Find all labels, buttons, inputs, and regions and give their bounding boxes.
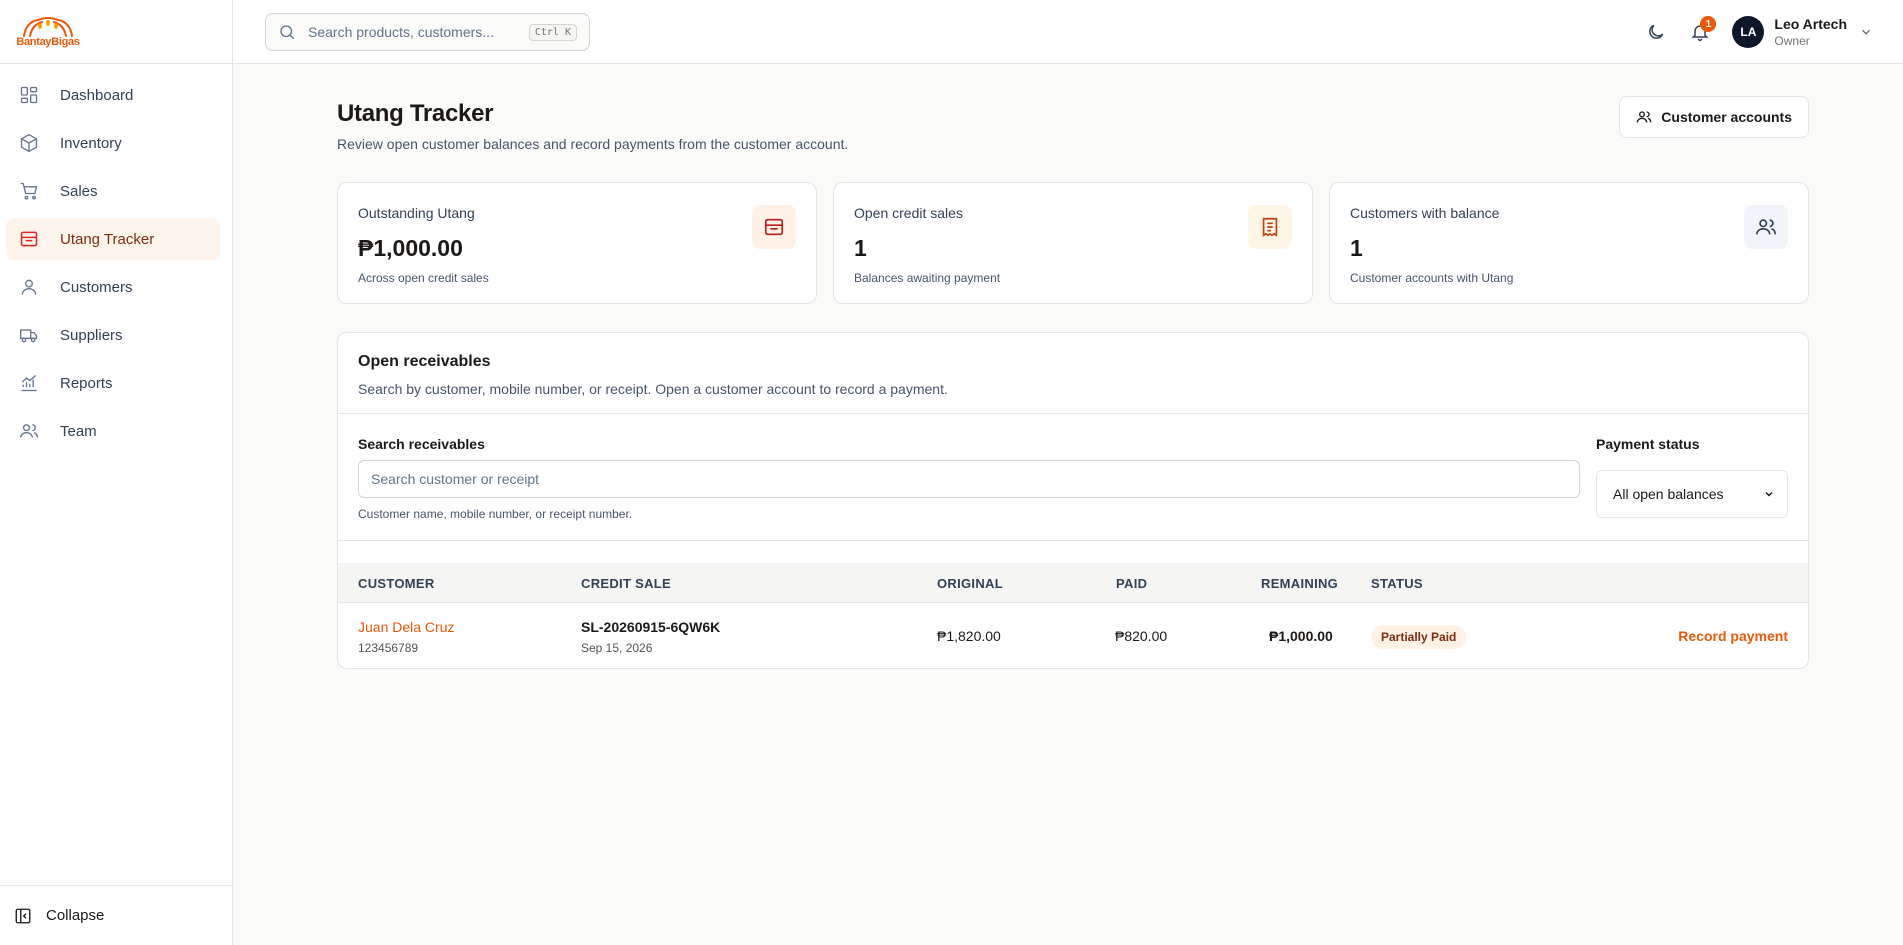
- page-subtitle: Review open customer balances and record…: [337, 136, 849, 152]
- panel-header: Open receivables Search by customer, mob…: [338, 333, 1808, 414]
- search-placeholder: Search products, customers...: [308, 24, 494, 40]
- sidebar-item-inventory[interactable]: Inventory: [6, 122, 220, 164]
- stat-label: Open credit sales: [854, 205, 963, 221]
- stat-note: Across open credit sales: [358, 271, 489, 285]
- users-icon: [1636, 111, 1652, 123]
- stats-row: Outstanding Utang ₱1,000.00 Across open …: [337, 182, 1809, 304]
- theme-toggle-button[interactable]: [1638, 14, 1674, 50]
- sidebar-item-team[interactable]: Team: [6, 410, 220, 452]
- sidebar-item-customers[interactable]: Customers: [6, 266, 220, 308]
- chevron-down-icon: [1765, 491, 1773, 497]
- receipt-icon: [1248, 205, 1292, 249]
- search-receivables-input[interactable]: [358, 460, 1580, 498]
- original-amount: ₱1,820.00: [937, 628, 1001, 644]
- moon-icon: [1649, 24, 1664, 39]
- payment-status-value: All open balances: [1613, 486, 1724, 502]
- payment-status-label: Payment status: [1596, 436, 1700, 452]
- credit-sale-id: SL-20260915-6QW6K: [581, 619, 721, 635]
- brand-name: BantayBigas: [16, 35, 80, 48]
- user-name: Leo Artech: [1774, 16, 1847, 32]
- users-icon: [1744, 205, 1788, 249]
- logo-area: BantayBigas: [0, 0, 232, 64]
- column-header-customer: CUSTOMER: [358, 576, 435, 591]
- avatar: LA: [1732, 16, 1765, 48]
- chevron-down-icon: [1862, 29, 1870, 35]
- column-header-original: ORIGINAL: [937, 576, 1003, 591]
- rice-logo-icon: [23, 16, 73, 37]
- sidebar-item-dashboard[interactable]: Dashboard: [6, 74, 220, 116]
- column-header-paid: PAID: [1116, 576, 1148, 591]
- customer-name-link[interactable]: Juan Dela Cruz: [358, 619, 455, 635]
- customer-accounts-label: Customer accounts: [1661, 109, 1792, 125]
- sidebar: BantayBigas Dashboard Inventory Sales Ut…: [0, 0, 233, 945]
- wallet-icon: [18, 228, 40, 250]
- stat-value: 1: [1350, 235, 1363, 261]
- sidebar-item-label: Customers: [60, 278, 133, 296]
- brand-logo[interactable]: BantayBigas: [12, 16, 84, 48]
- stat-label: Outstanding Utang: [358, 205, 475, 221]
- collapse-label: Collapse: [46, 907, 105, 924]
- stat-note: Customer accounts with Utang: [1350, 271, 1514, 285]
- sidebar-item-label: Inventory: [60, 134, 122, 152]
- team-icon: [18, 420, 40, 442]
- search-receivables-label: Search receivables: [358, 436, 485, 452]
- user-info: Leo Artech Owner: [1774, 16, 1847, 48]
- chart-icon: [18, 372, 40, 394]
- topbar-actions: 1 LA Leo Artech Owner: [1630, 0, 1873, 64]
- collapse-icon: [15, 908, 31, 923]
- sidebar-item-suppliers[interactable]: Suppliers: [6, 314, 220, 356]
- table-row: Juan Dela Cruz 123456789 SL-20260915-6QW…: [338, 603, 1808, 668]
- column-header-credit-sale: CREDIT SALE: [581, 576, 671, 591]
- stat-label: Customers with balance: [1350, 205, 1500, 221]
- wallet-icon: [752, 205, 796, 249]
- sidebar-item-label: Suppliers: [60, 326, 123, 344]
- shortcut-hint: Ctrl K: [528, 23, 577, 41]
- sidebar-nav: Dashboard Inventory Sales Utang Tracker …: [0, 64, 232, 452]
- stat-card-outstanding: Outstanding Utang ₱1,000.00 Across open …: [337, 182, 817, 304]
- filters: Search receivables Customer name, mobile…: [338, 414, 1808, 541]
- stat-card-open-credit: Open credit sales 1 Balances awaiting pa…: [833, 182, 1313, 304]
- payment-status-select[interactable]: All open balances: [1596, 470, 1788, 518]
- sidebar-item-label: Reports: [60, 374, 113, 392]
- stat-card-customers-balance: Customers with balance 1 Customer accoun…: [1329, 182, 1809, 304]
- truck-icon: [18, 324, 40, 346]
- search-hint: Customer name, mobile number, or receipt…: [358, 507, 633, 521]
- receivables-panel: Open receivables Search by customer, mob…: [337, 332, 1809, 669]
- paid-amount: ₱820.00: [1115, 628, 1168, 644]
- sidebar-item-label: Dashboard: [60, 86, 134, 104]
- panel-title: Open receivables: [358, 353, 491, 370]
- box-icon: [18, 132, 40, 154]
- cart-icon: [18, 180, 40, 202]
- record-payment-button[interactable]: Record payment: [1678, 628, 1788, 644]
- notification-badge: 1: [1700, 16, 1717, 32]
- collapse-button[interactable]: Collapse: [0, 885, 232, 945]
- grid-icon: [18, 84, 40, 106]
- credit-sale-date: Sep 15, 2026: [581, 641, 653, 655]
- sidebar-item-label: Team: [60, 422, 97, 440]
- user-icon: [18, 276, 40, 298]
- sidebar-item-label: Utang Tracker: [60, 230, 155, 248]
- table-header: CUSTOMER CREDIT SALE ORIGINAL PAID REMAI…: [338, 563, 1808, 603]
- page-title: Utang Tracker: [337, 100, 494, 127]
- stat-value: ₱1,000.00: [358, 235, 463, 261]
- customer-mobile: 123456789: [358, 641, 419, 655]
- topbar: Search products, customers... Ctrl K 1 L…: [233, 0, 1903, 64]
- customer-accounts-button[interactable]: Customer accounts: [1619, 96, 1809, 138]
- sidebar-item-reports[interactable]: Reports: [6, 362, 220, 404]
- notifications-button[interactable]: 1: [1682, 14, 1718, 50]
- global-search[interactable]: Search products, customers... Ctrl K: [265, 13, 590, 51]
- search-icon: [280, 25, 295, 40]
- sidebar-item-sales[interactable]: Sales: [6, 170, 220, 212]
- status-badge: Partially Paid: [1371, 625, 1467, 649]
- remaining-amount: ₱1,000.00: [1269, 628, 1333, 644]
- stat-note: Balances awaiting payment: [854, 271, 1001, 285]
- column-header-remaining: REMAINING: [1261, 576, 1339, 591]
- sidebar-item-label: Sales: [60, 182, 98, 200]
- user-role: Owner: [1774, 34, 1810, 48]
- stat-value: 1: [854, 235, 867, 261]
- sidebar-item-utang-tracker[interactable]: Utang Tracker: [6, 218, 220, 260]
- panel-subtitle: Search by customer, mobile number, or re…: [358, 381, 948, 397]
- user-menu[interactable]: LA Leo Artech Owner: [1732, 16, 1873, 48]
- column-header-status: STATUS: [1371, 576, 1423, 591]
